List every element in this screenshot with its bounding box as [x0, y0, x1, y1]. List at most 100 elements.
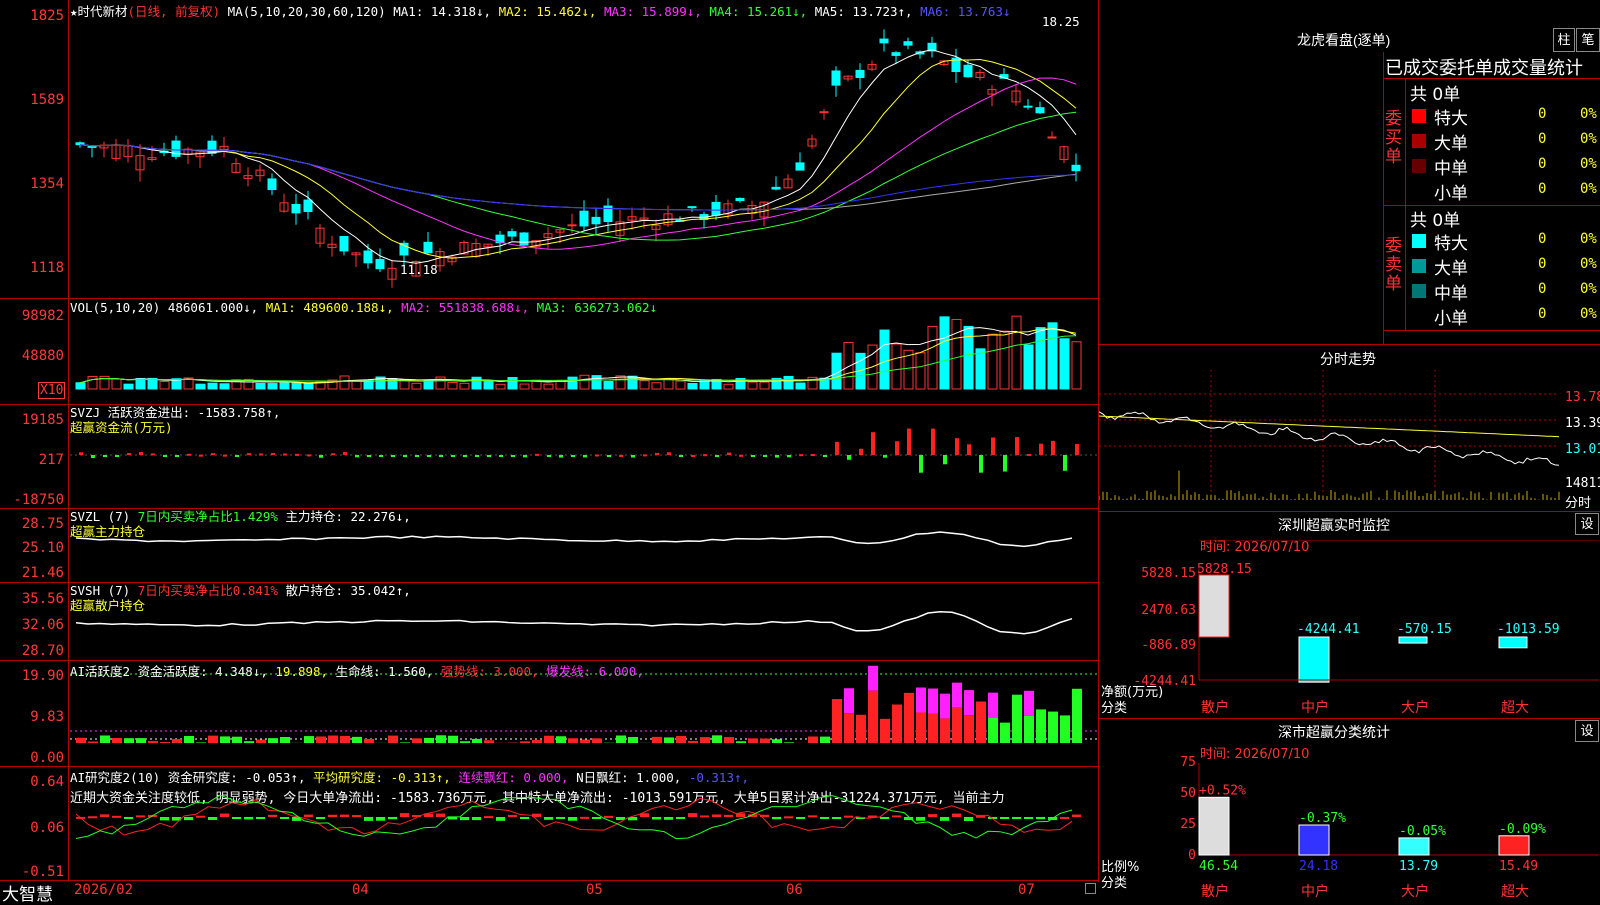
- research-bar: [376, 817, 385, 821]
- monitor-settings-button[interactable]: 设: [1575, 513, 1599, 535]
- order-size-label: 大单: [1434, 254, 1468, 279]
- flow-bar: [1027, 454, 1031, 456]
- candle-body: [376, 259, 384, 268]
- flow-bar: [931, 429, 935, 455]
- net-amount-bar: [1399, 637, 1427, 643]
- candle-body: [964, 65, 972, 76]
- flow-bar: [1015, 437, 1019, 455]
- axis-label: 32.06: [0, 617, 64, 633]
- activity-peak: [844, 688, 854, 713]
- intraday-chart[interactable]: [1099, 370, 1600, 508]
- tick-view-button[interactable]: 笔: [1576, 28, 1600, 52]
- flow-bar: [283, 454, 287, 456]
- research-bar: [568, 817, 577, 821]
- flow-bar: [103, 455, 107, 457]
- volume-chart[interactable]: [70, 299, 1098, 404]
- volume-bar: [976, 349, 985, 389]
- activity-bar: [544, 736, 554, 743]
- sell-orders-label: 委卖单: [1385, 237, 1403, 294]
- flow-bar: [691, 455, 695, 457]
- flow-bar: [499, 455, 503, 457]
- flow-bar: [847, 455, 851, 460]
- volume-bar: [688, 383, 697, 389]
- candle-body: [856, 70, 864, 77]
- research-bar: [196, 816, 205, 818]
- volume-bar: [160, 382, 169, 389]
- candle-body: [1048, 137, 1056, 138]
- activity-bar: [688, 741, 698, 743]
- volume-bar: [352, 381, 361, 389]
- flow-bar: [199, 455, 203, 457]
- axis-label: 21.46: [0, 565, 64, 581]
- volume-bar: [136, 379, 145, 389]
- research-bar: [160, 817, 169, 820]
- brand-logo: 大智慧: [2, 880, 53, 905]
- activity-bar: [112, 738, 122, 743]
- classify-settings-button[interactable]: 设: [1575, 720, 1599, 742]
- research-bar: [112, 816, 121, 818]
- volume-bar: [640, 381, 649, 389]
- ratio-value: 46.54: [1199, 859, 1238, 874]
- flow-bar: [1003, 455, 1007, 472]
- flow-bar: [439, 455, 443, 457]
- scroll-lock-icon[interactable]: [1085, 883, 1096, 894]
- research-bar: [520, 817, 529, 819]
- flow-bar: [1075, 444, 1079, 455]
- candle-body: [568, 225, 576, 226]
- activity-bar: [184, 736, 194, 743]
- research-bar: [100, 814, 109, 817]
- activity-bar: [736, 741, 746, 743]
- svzj-fund-flow-chart[interactable]: [70, 405, 1098, 508]
- volume-bar: [952, 319, 961, 389]
- bar-view-button[interactable]: 柱: [1553, 28, 1575, 52]
- svsh-retail-holding-chart[interactable]: [70, 583, 1098, 660]
- activity-peak: [916, 687, 926, 712]
- activity-bar: [592, 738, 602, 743]
- activity-bar: [700, 737, 710, 743]
- flow-bar: [979, 455, 983, 473]
- activity-bar: [856, 715, 866, 743]
- flow-bar: [163, 455, 167, 457]
- activity-bar: [976, 701, 986, 743]
- ai-activity-chart[interactable]: [70, 661, 1098, 766]
- vol-unit-badge: X10: [38, 382, 65, 399]
- ma5-line: [80, 145, 1076, 210]
- flow-bar: [367, 455, 371, 457]
- order-size-label: 中单: [1434, 279, 1468, 304]
- volume-bar: [964, 326, 973, 389]
- research-bar: [964, 817, 973, 821]
- candle-body: [1024, 106, 1032, 107]
- activity-bar: [484, 740, 494, 743]
- research-bar: [796, 817, 805, 819]
- research-bar: [388, 817, 397, 819]
- buy-orders-label: 委买单: [1385, 110, 1403, 167]
- activity-bar: [256, 740, 266, 743]
- axis-label: 19185: [0, 412, 64, 428]
- ratio-chart[interactable]: +0.52%46.54散户-0.37%24.18中户-0.05%13.79大户-…: [1099, 745, 1600, 900]
- flow-bar: [907, 429, 911, 455]
- ratio-value: 24.18: [1299, 859, 1338, 874]
- flow-bar: [259, 453, 263, 455]
- research-bar: [604, 816, 613, 818]
- flow-bar: [763, 455, 767, 457]
- activity-bar: [964, 715, 974, 743]
- svzl-main-holding-chart[interactable]: [70, 509, 1098, 582]
- candle-body: [772, 187, 780, 189]
- volume-bar: [196, 384, 205, 389]
- axis-label: 25.10: [0, 540, 64, 556]
- axis-label: 19.90: [0, 668, 64, 684]
- kline-chart[interactable]: [70, 0, 1098, 298]
- flow-bar: [583, 455, 587, 457]
- divider: [1099, 718, 1600, 719]
- volume-bar: [1072, 342, 1081, 389]
- color-swatch-icon: [1412, 134, 1426, 148]
- volume-bar: [664, 379, 673, 389]
- volume-bar: [280, 383, 289, 389]
- ai-research-chart[interactable]: [70, 767, 1098, 880]
- research-bar: [556, 817, 565, 819]
- net-amount-chart[interactable]: 5828.15散户-4244.41中户-570.15大户-1013.59超大: [1099, 540, 1600, 718]
- axis-label: 1118: [0, 260, 64, 276]
- flow-bar: [319, 455, 323, 458]
- research-bar: [184, 817, 193, 820]
- axis-label: 28.70: [0, 643, 64, 659]
